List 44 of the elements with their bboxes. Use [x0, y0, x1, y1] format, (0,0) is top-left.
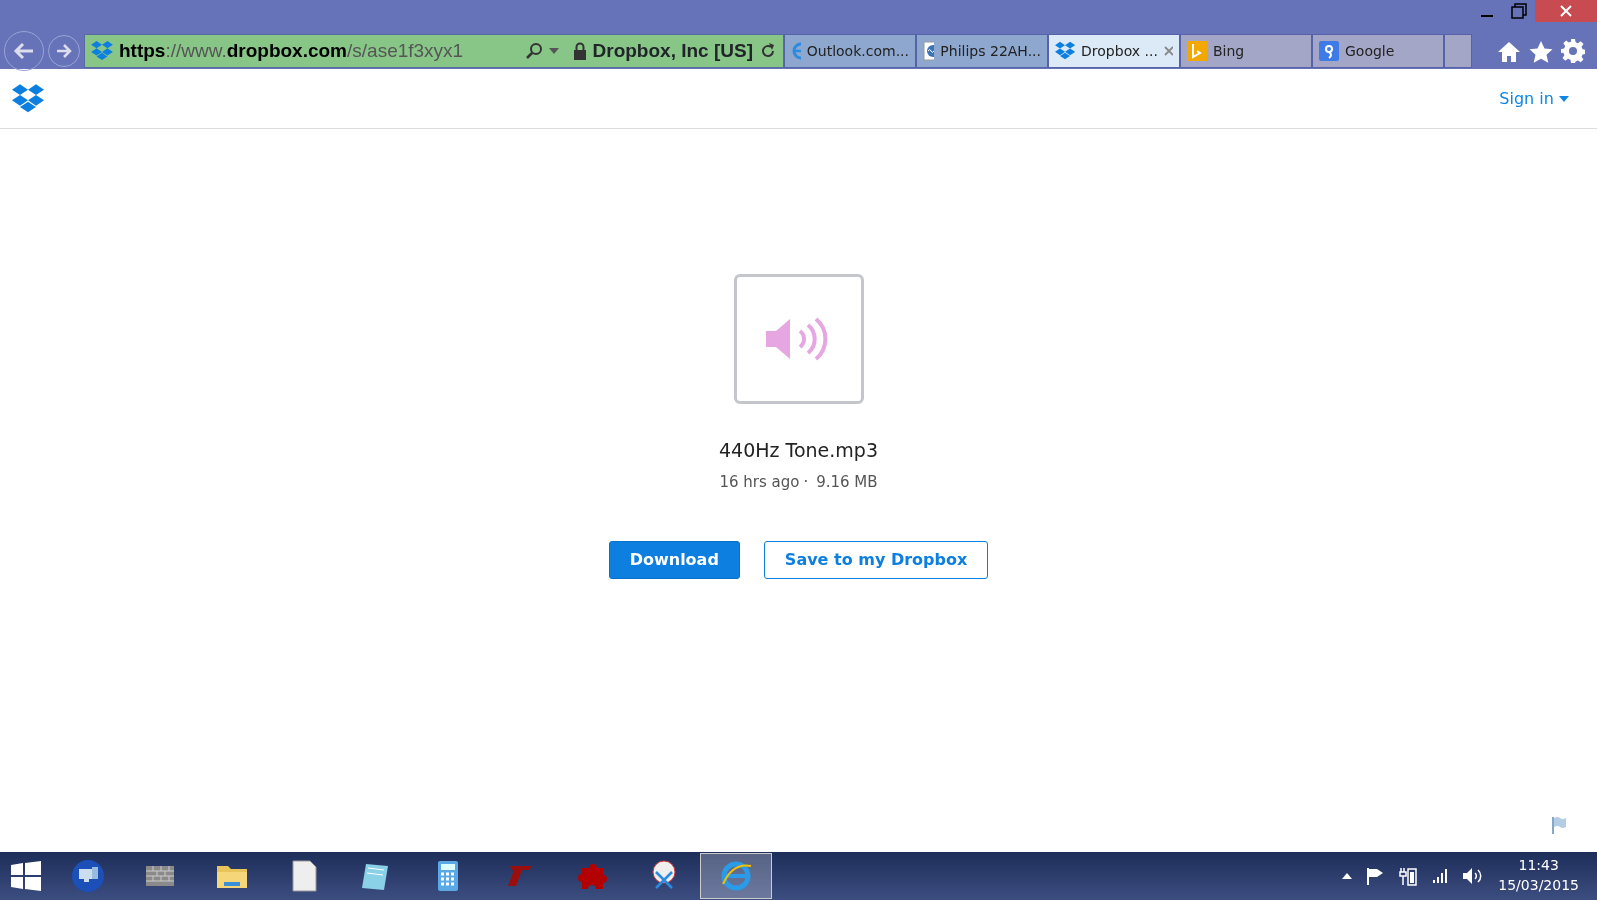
browser-tab[interactable]: Google — [1312, 34, 1444, 68]
audio-file-icon — [733, 274, 864, 404]
address-bar[interactable]: https://www.dropbox.com/s/ase1f3xyx1 Dropbox, Inc [US] — [84, 34, 784, 68]
url-text: https://www.dropbox.com/s/ase1f3xyx1 — [119, 38, 465, 63]
e-logo-icon — [791, 41, 801, 61]
signal-bars-icon[interactable] — [1432, 868, 1449, 884]
windows-logo-icon — [10, 860, 42, 892]
restore-icon — [1511, 3, 1527, 19]
close-tab-icon[interactable] — [1163, 46, 1173, 56]
caret-icon[interactable] — [548, 48, 559, 54]
close-button[interactable] — [1535, 0, 1597, 22]
b-logo-icon — [1187, 41, 1207, 61]
refresh-icon[interactable] — [759, 42, 777, 60]
browser-tab[interactable]: Philips 22AH... — [916, 34, 1048, 68]
clock-date[interactable]: 15/03/2015 — [1498, 876, 1579, 896]
browser-tab[interactable]: Bing — [1180, 34, 1312, 68]
search-icon[interactable] — [524, 42, 543, 60]
clock-time[interactable]: 11:43 — [1498, 856, 1579, 876]
file-size: 9.16 MB — [816, 471, 878, 493]
sign-in-link[interactable]: Sign in — [1499, 86, 1585, 111]
battery-plug-icon[interactable] — [1398, 866, 1419, 886]
flag-icon[interactable] — [1366, 867, 1385, 885]
g-logo-icon — [1319, 41, 1339, 61]
waveform-page-icon — [923, 41, 935, 61]
certificate-label[interactable]: Dropbox, Inc [US] — [592, 36, 753, 66]
save-button[interactable]: Save to my Dropbox — [763, 541, 989, 579]
up-arrow-icon[interactable] — [1342, 873, 1353, 879]
file-age: 16 hrs ago — [719, 471, 800, 493]
minimize-icon — [1481, 15, 1493, 17]
dropbox-logo-icon — [91, 41, 113, 61]
browser-tab[interactable]: Outlook.com... — [784, 34, 916, 68]
browser-tab[interactable]: Dropbox ... — [1048, 34, 1180, 68]
dropbox-logo-icon[interactable] — [12, 83, 44, 114]
caret-icon — [1559, 96, 1569, 102]
padlock-icon[interactable] — [572, 42, 587, 60]
separator-dot: · — [803, 471, 809, 493]
close-icon — [1559, 4, 1573, 18]
download-button[interactable]: Download — [608, 541, 740, 579]
dropbox-logo-icon — [1055, 41, 1076, 61]
monitor-icon — [72, 860, 104, 892]
e-logo-icon — [720, 860, 752, 892]
back-arrow-icon — [13, 42, 35, 60]
file-name: 440Hz Tone.mp3 — [719, 438, 878, 463]
forward-arrow-icon — [56, 44, 72, 58]
